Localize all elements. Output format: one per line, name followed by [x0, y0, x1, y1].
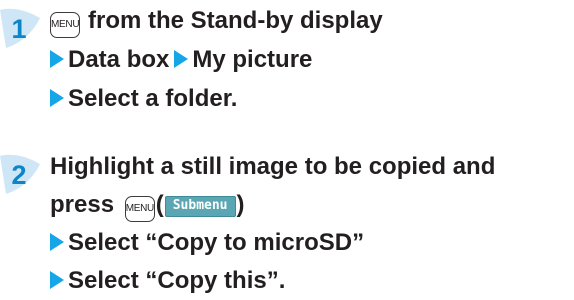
arrow-icon [50, 89, 64, 107]
step-2-text-copy-to-microsd: Select “Copy to microSD” [68, 229, 365, 256]
submenu-softkey-label: Submenu [164, 196, 236, 217]
step-1-text-select-folder: Select a folder. [68, 85, 238, 112]
paren-close: ) [236, 191, 245, 218]
menu-key-icon: MENU [124, 196, 155, 222]
instruction-page: 1 MENU from the Stand-by display Data box… [0, 0, 574, 300]
arrow-icon [50, 271, 64, 289]
step-1-text-my-picture: My picture [192, 46, 313, 73]
step-1-line-3: Select a folder. [50, 84, 237, 114]
step-2-text-copy-this: Select “Copy this”. [68, 267, 286, 294]
paren-open: ( [155, 191, 164, 218]
step-2-line-1: Highlight a still image to be copied and [50, 152, 495, 182]
step-1-text-data-box: Data box [68, 46, 170, 73]
step-2-text-highlight: Highlight a still image to be copied and [50, 153, 496, 180]
arrow-icon [50, 233, 64, 251]
arrow-icon [174, 50, 189, 68]
step-2-line-4: Select “Copy this”. [50, 266, 285, 296]
arrow-icon [50, 50, 64, 68]
step-2-line-3: Select “Copy to microSD” [50, 228, 364, 258]
menu-key-icon: MENU [50, 12, 80, 38]
step-2-line-2: press MENU(Submenu) [50, 190, 245, 222]
step-1-line-2: Data box My picture [50, 45, 312, 75]
step-number-badge: 2 [0, 146, 46, 196]
step-number: 2 [11, 160, 27, 190]
step-number: 1 [11, 14, 27, 44]
step-number-badge: 1 [0, 0, 46, 50]
step-2-text-press: press [50, 191, 115, 218]
step-1-line-1: MENU from the Stand-by display [50, 6, 383, 38]
step-1-text-standby: from the Stand-by display [88, 7, 383, 34]
